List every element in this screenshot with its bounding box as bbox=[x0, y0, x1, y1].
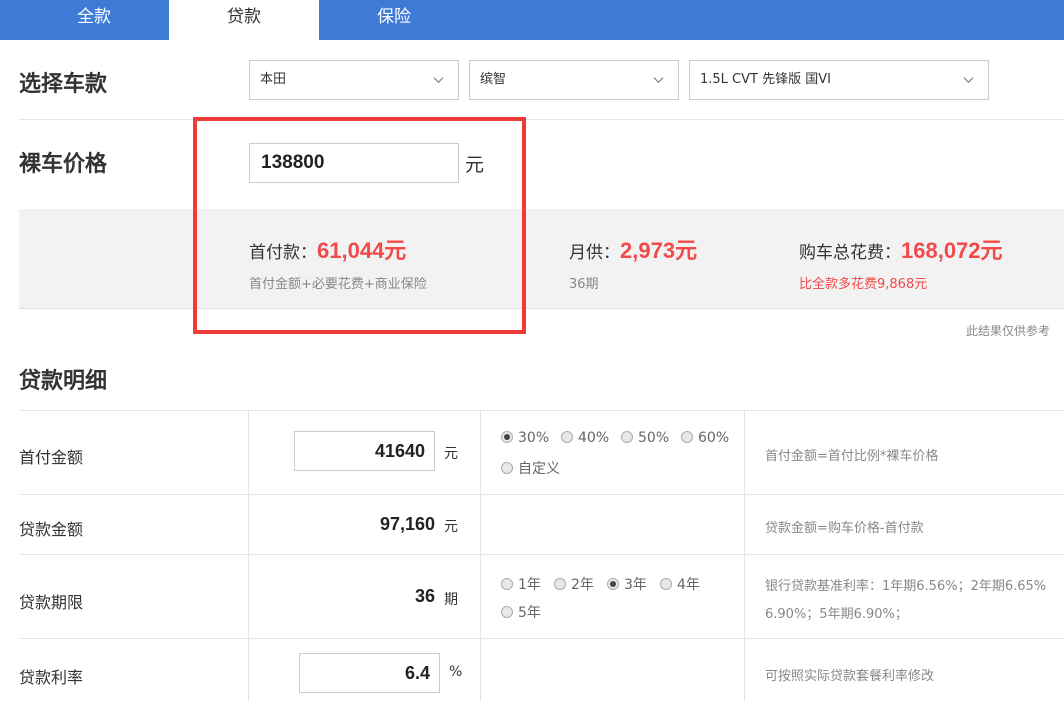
down-payment-row-label: 首付金额 bbox=[19, 448, 84, 467]
loan-detail-title: 贷款明细 bbox=[19, 369, 108, 394]
total-cost-label: 购车总花费： bbox=[799, 243, 901, 263]
monthly-summary: 月供：2,973元 bbox=[569, 233, 697, 265]
brand-select-value: 本田 bbox=[260, 72, 287, 87]
price-title: 裸车价格 bbox=[19, 152, 108, 177]
term-option-2y[interactable]: 2年 bbox=[554, 574, 594, 594]
radio-icon bbox=[561, 431, 573, 443]
select-car-title: 选择车款 bbox=[19, 72, 108, 97]
radio-selected-icon bbox=[501, 431, 513, 443]
down-ratio-option-30[interactable]: 30% bbox=[501, 430, 549, 446]
monthly-label: 月供： bbox=[569, 243, 620, 263]
loan-rate-unit: % bbox=[449, 664, 463, 680]
total-cost-value: 168,072 bbox=[901, 238, 981, 263]
down-payment-amount-input[interactable]: 41640 bbox=[294, 431, 435, 471]
highlight-box bbox=[193, 117, 526, 334]
radio-icon bbox=[501, 606, 513, 618]
radio-icon bbox=[554, 578, 566, 590]
radio-icon bbox=[501, 578, 513, 590]
loan-term-hint-line2: 6.90%；5年期6.90%； bbox=[765, 607, 908, 622]
table-col-divider bbox=[248, 410, 249, 701]
table-col-divider bbox=[480, 410, 481, 701]
brand-select[interactable]: 本田 bbox=[249, 60, 459, 100]
table-col-divider bbox=[744, 410, 745, 701]
divider bbox=[19, 119, 1064, 120]
loan-amount-value: 97,160 bbox=[379, 514, 435, 534]
down-ratio-option-40[interactable]: 40% bbox=[561, 430, 609, 446]
table-row-divider bbox=[19, 554, 1064, 555]
term-option-5y[interactable]: 5年 bbox=[501, 602, 541, 622]
down-payment-hint: 首付金额=首付比例*裸车价格 bbox=[765, 449, 939, 464]
loan-amount-unit: 元 bbox=[444, 519, 458, 535]
term-option-1y[interactable]: 1年 bbox=[501, 574, 541, 594]
total-cost-summary: 购车总花费：168,072元 bbox=[799, 233, 1003, 265]
chevron-down-icon bbox=[653, 77, 664, 84]
down-ratio-option-60[interactable]: 60% bbox=[681, 430, 729, 446]
monthly-unit: 元 bbox=[675, 239, 698, 264]
loan-term-hint-line1: 银行贷款基准利率：1年期6.56%；2年期6.65% bbox=[765, 579, 1047, 594]
radio-icon bbox=[660, 578, 672, 590]
down-ratio-option-50[interactable]: 50% bbox=[621, 430, 669, 446]
tab-bar: 全款 贷款 保险 bbox=[0, 0, 1064, 40]
radio-icon bbox=[681, 431, 693, 443]
loan-rate-row-label: 贷款利率 bbox=[19, 668, 84, 687]
loan-amount-hint: 贷款金额=购车价格-首付款 bbox=[765, 521, 924, 536]
radio-icon bbox=[621, 431, 633, 443]
tab-insurance[interactable]: 保险 bbox=[319, 0, 469, 40]
series-select[interactable]: 缤智 bbox=[469, 60, 679, 100]
down-ratio-option-custom[interactable]: 自定义 bbox=[501, 458, 560, 478]
total-cost-sub: 比全款多花费9,868元 bbox=[799, 277, 928, 292]
series-select-value: 缤智 bbox=[480, 72, 507, 87]
loan-term-row-label: 贷款期限 bbox=[19, 593, 84, 612]
model-select-value: 1.5L CVT 先锋版 国VI bbox=[700, 72, 831, 87]
model-select[interactable]: 1.5L CVT 先锋版 国VI bbox=[689, 60, 989, 100]
loan-amount-row-label: 贷款金额 bbox=[19, 520, 84, 539]
loan-rate-hint: 可按照实际贷款套餐利率修改 bbox=[765, 669, 935, 684]
monthly-sub: 36期 bbox=[569, 277, 599, 292]
tab-loan[interactable]: 贷款 bbox=[169, 0, 319, 40]
monthly-value: 2,973 bbox=[620, 238, 676, 263]
total-cost-unit: 元 bbox=[980, 239, 1003, 264]
table-row-divider bbox=[19, 410, 1064, 411]
table-row-divider bbox=[19, 638, 1064, 639]
chevron-down-icon bbox=[433, 77, 444, 84]
term-option-4y[interactable]: 4年 bbox=[660, 574, 700, 594]
radio-selected-icon bbox=[607, 578, 619, 590]
term-option-3y[interactable]: 3年 bbox=[607, 574, 647, 594]
down-payment-amount-unit: 元 bbox=[444, 446, 458, 462]
table-row-divider bbox=[19, 494, 1064, 495]
chevron-down-icon bbox=[963, 77, 974, 84]
loan-rate-input[interactable]: 6.4 bbox=[299, 653, 440, 693]
loan-term-unit: 期 bbox=[444, 592, 458, 608]
loan-term-value: 36 bbox=[414, 586, 435, 606]
tab-full-payment[interactable]: 全款 bbox=[19, 0, 169, 40]
radio-icon bbox=[501, 462, 513, 474]
disclaimer-note: 此结果仅供参考 bbox=[966, 324, 1051, 338]
